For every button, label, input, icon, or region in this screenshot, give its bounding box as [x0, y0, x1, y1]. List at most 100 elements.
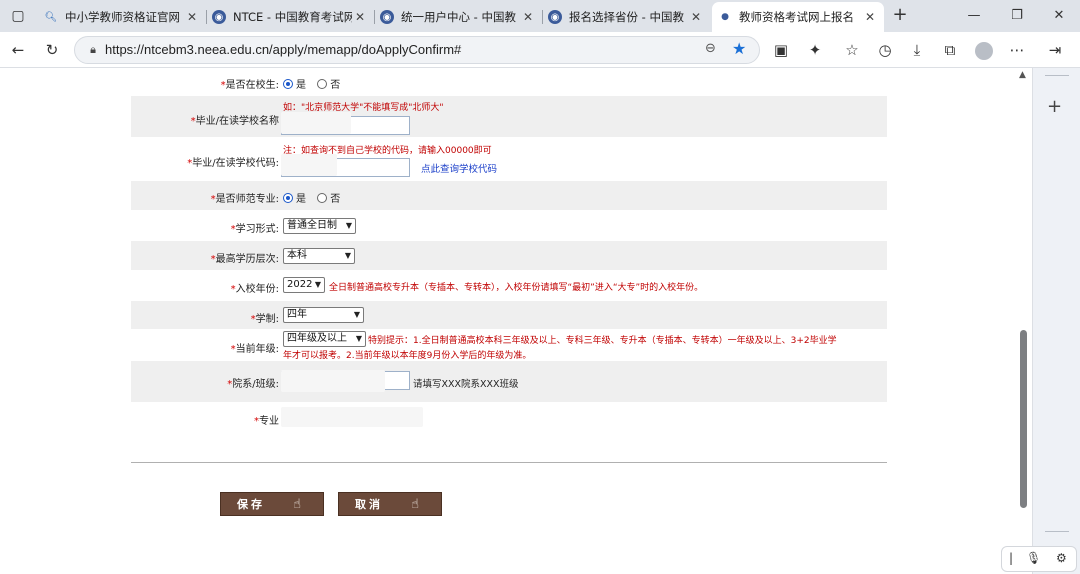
microphone-icon[interactable]: 🎙︎	[1026, 551, 1041, 565]
close-tab-icon[interactable]: ✕	[520, 10, 536, 24]
tab-1[interactable]: 🔍︎ 中小学教师资格证官网 ✕	[38, 4, 207, 30]
url-text[interactable]: https://ntcebm3.neea.edu.cn/apply/memapp…	[105, 42, 461, 57]
option-label: 是	[296, 194, 306, 205]
refresh-icon[interactable]: ↻	[40, 38, 64, 62]
current-grade-select[interactable]: 四年级及以上 ▼	[283, 331, 366, 347]
department-class-note: 请填写XXX院系XXX班级	[413, 379, 519, 390]
row-entry-year: *入校年份: 2022 ▼ 全日制普通高校专升本（专插本、专转本），入校年份请填写…	[131, 270, 887, 301]
restore-icon[interactable]: ❐	[999, 5, 1035, 27]
row-current-grade: *当前年级: 四年级及以上 ▼ 特别提示：1.全日制普通高校本科三年级及以上、专科…	[131, 329, 887, 361]
row-normal-major: *是否师范专业: 是 否	[131, 181, 887, 210]
close-tab-icon[interactable]: ✕	[688, 10, 704, 24]
redacted-value	[281, 370, 385, 392]
downloads-icon[interactable]: ⤓	[905, 38, 929, 62]
in-school-radio-group: 是 否	[283, 76, 348, 91]
close-window-icon[interactable]: ✕	[1041, 5, 1077, 27]
page-content: *是否在校生: 是 否 如："北京师范大学"不能填写成"北师大" *毕业/在读学…	[0, 68, 1016, 574]
radio-no[interactable]	[317, 193, 328, 203]
field-label: *是否师范专业:	[210, 194, 279, 205]
radio-no[interactable]	[317, 79, 328, 89]
pointer-hand-icon: ☝	[411, 497, 419, 512]
neea-logo-icon: ◉	[548, 10, 562, 24]
minimize-icon[interactable]: —	[956, 5, 992, 27]
option-label: 是	[296, 80, 306, 91]
tab-strip: ▢ 🔍︎ 中小学教师资格证官网 ✕ ◉ NTCE - 中国教育考试网 ✕ ◉ 统…	[0, 0, 1080, 32]
redacted-value	[281, 112, 351, 134]
row-in-school: *是否在校生: 是 否	[131, 72, 887, 94]
schooling-length-select[interactable]: 四年 ▼	[283, 307, 364, 323]
side-divider	[1045, 75, 1069, 76]
row-education-level: *最高学历层次: 本科 ▼	[131, 241, 887, 270]
lock-icon[interactable]: 🔒︎	[85, 42, 101, 58]
radio-yes[interactable]	[283, 79, 293, 89]
cancel-button[interactable]: 取消 ☝	[338, 492, 442, 516]
row-school-code: 注：如查询不到自己学校的代码，请输入00000即可 *毕业/在读学校代码: 点此…	[131, 139, 887, 181]
tab-5-active[interactable]: ● 教师资格考试网上报名 ✕	[712, 2, 884, 32]
current-grade-hint-line1: 特别提示：1.全日制普通高校本科三年级及以上、专科三年级、专升本（专插本、专转本…	[368, 336, 837, 346]
field-label: *毕业/在读学校名称	[190, 116, 279, 127]
extensions-icon[interactable]: ✦	[803, 38, 827, 62]
row-schooling-length: *学制: 四年 ▼	[131, 301, 887, 329]
side-divider	[1045, 531, 1069, 532]
pointer-hand-icon: ☝	[293, 497, 301, 512]
tab-title: 教师资格考试网上报名	[739, 10, 854, 24]
settings-icon[interactable]: ⚙︎	[1056, 551, 1067, 565]
address-bar[interactable]: 🔒︎ https://ntcebm3.neea.edu.cn/apply/mem…	[74, 36, 760, 64]
radio-yes[interactable]	[283, 193, 293, 203]
site-icon: ●	[721, 12, 729, 22]
education-level-select[interactable]: 本科 ▼	[283, 248, 355, 264]
close-tab-icon[interactable]: ✕	[352, 10, 368, 24]
lookup-school-code-link[interactable]: 点此查询学校代码	[421, 161, 497, 175]
zoom-icon[interactable]: ⊖	[705, 41, 716, 56]
major-input-redacted[interactable]	[281, 407, 423, 427]
scroll-thumb[interactable]	[1020, 330, 1027, 508]
option-label: 否	[330, 194, 341, 205]
neea-logo-icon: ◉	[380, 10, 394, 24]
redacted-value	[281, 154, 337, 176]
screenshot-icon[interactable]: ⧉	[938, 38, 962, 62]
field-label: *是否在校生:	[220, 80, 279, 91]
field-label: *毕业/在读学校代码:	[187, 158, 279, 169]
add-side-app-icon[interactable]: +	[1047, 96, 1062, 117]
close-tab-icon[interactable]: ✕	[184, 10, 200, 24]
save-button[interactable]: 保存 ☝	[220, 492, 324, 516]
field-label: *专业	[254, 416, 279, 427]
tab-3[interactable]: ◉ 统一用户中心 - 中国教 ✕	[374, 4, 543, 30]
normal-major-radio-group: 是 否	[283, 190, 348, 205]
vertical-scrollbar[interactable]: ▲	[1016, 68, 1032, 574]
row-department-class: *院系/班级: 请填写XXX院系XXX班级	[131, 361, 887, 402]
browser-toolbar: ← ↻ 🔒︎ https://ntcebm3.neea.edu.cn/apply…	[0, 32, 1080, 68]
search-icon: 🔍︎	[44, 11, 58, 23]
new-tab-icon[interactable]: +	[889, 5, 911, 27]
field-label: *学制:	[250, 314, 279, 325]
row-study-form: *学习形式: 普通全日制 ▼	[131, 210, 887, 241]
favorite-star-icon[interactable]: ★	[732, 39, 746, 58]
tab-title: 统一用户中心 - 中国教	[401, 10, 516, 24]
chevron-down-icon: ▼	[355, 334, 362, 343]
study-form-select[interactable]: 普通全日制 ▼	[283, 218, 356, 234]
chevron-down-icon: ▼	[314, 280, 321, 289]
tab-4[interactable]: ◉ 报名选择省份 - 中国教 ✕	[542, 4, 710, 30]
neea-logo-icon: ◉	[212, 10, 226, 24]
tab-2[interactable]: ◉ NTCE - 中国教育考试网 ✕	[206, 4, 375, 30]
option-label: 否	[330, 80, 341, 91]
entry-year-hint: 全日制普通高校专升本（专插本、专转本），入校年份请填写“最初”进入“大专”时的入…	[329, 283, 704, 293]
field-label: *当前年级:	[230, 344, 279, 355]
favorites-icon[interactable]: ☆	[840, 38, 864, 62]
more-menu-icon[interactable]: ⋯	[1005, 38, 1029, 62]
reading-view-icon[interactable]: ▣	[769, 38, 793, 62]
scroll-up-icon[interactable]: ▲	[1019, 70, 1026, 80]
tab-actions-icon[interactable]: ▢	[8, 7, 28, 25]
avatar[interactable]	[972, 38, 996, 62]
tab-title: 中小学教师资格证官网	[65, 10, 180, 24]
text-cursor-icon[interactable]: |	[1009, 551, 1013, 565]
entry-year-select[interactable]: 2022 ▼	[283, 277, 325, 293]
voice-input-bar: | 🎙︎ ⚙︎	[1001, 546, 1077, 572]
sidebar-toggle-icon[interactable]: ⇥	[1043, 38, 1067, 62]
history-icon[interactable]: ◷	[873, 38, 897, 62]
chevron-down-icon: ▼	[344, 251, 351, 260]
field-label: *入校年份:	[230, 284, 279, 295]
close-tab-icon[interactable]: ✕	[862, 10, 878, 24]
back-icon[interactable]: ←	[6, 38, 30, 62]
chevron-down-icon: ▼	[345, 221, 352, 230]
